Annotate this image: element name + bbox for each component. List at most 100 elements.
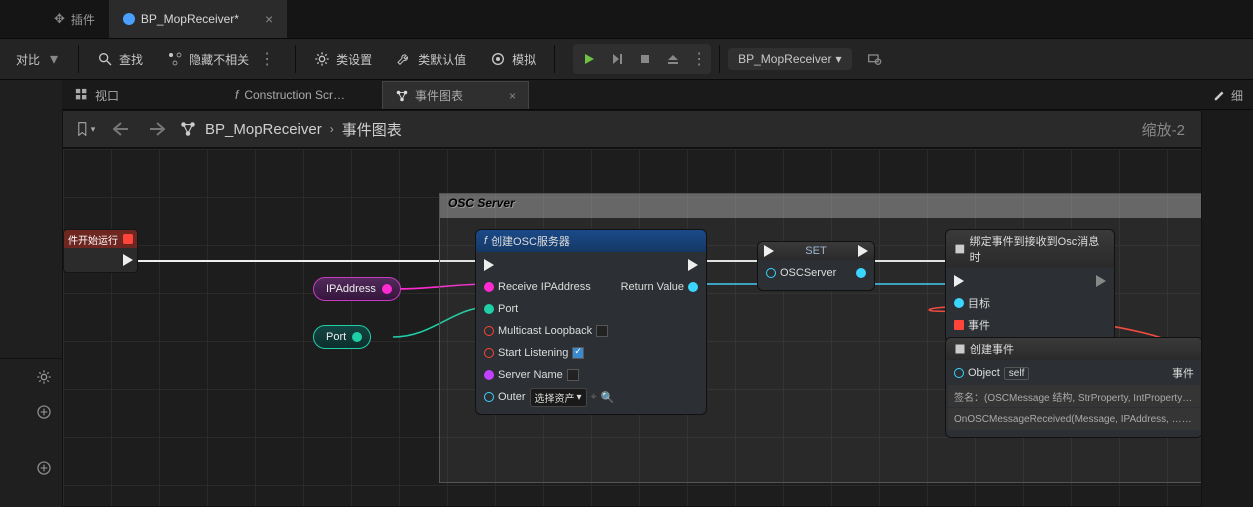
- self-reference[interactable]: self: [1004, 367, 1030, 380]
- details-panel-handle[interactable]: 细: [1203, 80, 1253, 110]
- browse-icon[interactable]: ⌖: [591, 391, 597, 404]
- nav-forward-button[interactable]: [143, 117, 171, 141]
- separator: [295, 45, 296, 73]
- crumb-current[interactable]: 事件图表: [342, 119, 402, 140]
- add-button[interactable]: [0, 394, 62, 430]
- pin-label: Return Value: [621, 281, 684, 293]
- asset-dropdown[interactable]: 选择资产 ▾: [530, 388, 587, 407]
- locate-button[interactable]: [856, 47, 892, 71]
- find-button[interactable]: 查找: [87, 47, 153, 72]
- tab-label: BP_MopReceiver*: [141, 12, 239, 26]
- class-settings-button[interactable]: 类设置: [304, 47, 382, 72]
- toolbar: 对比 ▾ 查找 隐藏不相关 ⋮ 类设置 类默认值 模拟 ⋮ BP_MopRece…: [0, 38, 1253, 80]
- pin-exec-out[interactable]: [688, 259, 698, 271]
- node-get-port[interactable]: Port: [313, 325, 371, 349]
- pencil-icon: [1213, 88, 1227, 102]
- toolbar-label: 隐藏不相关: [189, 51, 249, 68]
- pin-in[interactable]: [954, 368, 964, 378]
- textbox[interactable]: [567, 369, 579, 381]
- separator: [719, 45, 720, 73]
- pin-out[interactable]: [856, 268, 866, 278]
- node-header: 绑定事件到接收到Osc消息时: [946, 230, 1114, 268]
- step-button[interactable]: [603, 46, 631, 72]
- eject-button[interactable]: [659, 46, 687, 72]
- pin-in[interactable]: [484, 348, 494, 358]
- node-get-ipaddress[interactable]: IPAddress: [313, 277, 401, 301]
- blueprint-icon: [123, 13, 135, 25]
- pin-exec-in[interactable]: [954, 275, 964, 287]
- node-event-beginplay[interactable]: 件开始运行: [63, 229, 138, 273]
- node-create-event[interactable]: 创建事件 Object self 事件 签名：(OSCMessage 结构, S…: [945, 337, 1202, 438]
- pin-out[interactable]: [382, 284, 392, 294]
- add-button[interactable]: [0, 450, 62, 486]
- simulate-button[interactable]: 模拟: [480, 47, 546, 72]
- tab-label: 插件: [71, 11, 95, 28]
- chevron-down-icon[interactable]: ▾: [46, 49, 60, 69]
- node-body: Receive IPAddress Return Value Port Mult…: [476, 252, 706, 414]
- pin-in[interactable]: [484, 326, 494, 336]
- hide-icon: [167, 51, 183, 67]
- breakpoint-icon[interactable]: [123, 234, 133, 244]
- hide-unrelated-button[interactable]: 隐藏不相关 ⋮: [157, 45, 287, 73]
- class-defaults-button[interactable]: 类默认值: [386, 47, 476, 72]
- pin-exec-out[interactable]: [123, 254, 133, 266]
- pin-label: Port: [498, 303, 518, 315]
- pin-in[interactable]: [484, 282, 494, 292]
- search-icon[interactable]: 🔍: [601, 391, 615, 404]
- pin-exec-in[interactable]: [764, 245, 774, 257]
- checkbox[interactable]: [596, 325, 608, 337]
- pin-exec-out[interactable]: [1096, 275, 1106, 287]
- pin-exec-out[interactable]: [858, 245, 868, 257]
- function-dropdown[interactable]: OnOSCMessageReceived(Message, IPAddress,…: [954, 414, 1194, 425]
- pin-label: Server Name: [498, 369, 563, 381]
- handle-label: 细: [1231, 87, 1243, 104]
- diff-button[interactable]: 对比 ▾: [6, 45, 70, 73]
- toolbar-label: 类设置: [336, 51, 372, 68]
- chevron-right-icon: ›: [330, 122, 334, 136]
- pin-label: 事件: [1172, 365, 1194, 381]
- pin-in[interactable]: [484, 370, 494, 380]
- pin-exec-in[interactable]: [484, 259, 494, 271]
- graph-canvas[interactable]: 件开始运行 OSC Server IPAddress Port f 创建OSC服…: [62, 148, 1202, 507]
- pin-in[interactable]: [766, 268, 776, 278]
- play-button[interactable]: [575, 46, 603, 72]
- close-icon[interactable]: ×: [265, 11, 273, 27]
- search-icon: [97, 51, 113, 67]
- breadcrumb: ▾ BP_MopReceiver › 事件图表 缩放-2: [62, 110, 1202, 148]
- tab-blueprint[interactable]: BP_MopReceiver* ×: [109, 0, 287, 38]
- pin-in[interactable]: [954, 298, 964, 308]
- stop-button[interactable]: [631, 46, 659, 72]
- pin-in[interactable]: [954, 320, 964, 330]
- pin-in[interactable]: [484, 304, 494, 314]
- close-icon[interactable]: ×: [509, 89, 516, 103]
- var-label: Port: [326, 331, 346, 343]
- node-bind-event[interactable]: 绑定事件到接收到Osc消息时 目标 事件: [945, 229, 1115, 343]
- node-title: 创建OSC服务器: [491, 233, 570, 249]
- tab-plugins[interactable]: ✥ 插件: [40, 0, 109, 38]
- app-tab-bar: ✥ 插件 BP_MopReceiver* ×: [0, 0, 1253, 38]
- kebab-icon[interactable]: ⋮: [687, 49, 709, 69]
- comment-title[interactable]: OSC Server: [440, 194, 1202, 218]
- checkbox[interactable]: [572, 347, 584, 359]
- plus-circle-icon: [36, 404, 52, 420]
- node-create-osc-server[interactable]: f 创建OSC服务器 Receive IPAddress Return Valu…: [475, 229, 707, 415]
- kebab-icon[interactable]: ⋮: [255, 49, 277, 69]
- pin-label: 目标: [968, 295, 990, 311]
- settings-button[interactable]: [0, 358, 62, 394]
- tab-event-graph[interactable]: 事件图表 ×: [382, 81, 529, 109]
- node-header: f 创建OSC服务器: [476, 230, 706, 252]
- node-header: 创建事件: [946, 338, 1202, 360]
- crumb-parent[interactable]: BP_MopReceiver: [205, 121, 322, 138]
- bookmark-button[interactable]: ▾: [71, 117, 99, 141]
- pin-in[interactable]: [484, 392, 494, 402]
- zoom-level: 缩放-2: [1142, 119, 1185, 140]
- pin-label: OSCServer: [780, 267, 836, 279]
- debug-object-dropdown[interactable]: BP_MopReceiver ▾: [728, 48, 851, 70]
- pin-out[interactable]: [352, 332, 362, 342]
- pin-out[interactable]: [688, 282, 698, 292]
- tab-construction-script[interactable]: f Construction Scr…: [222, 81, 358, 109]
- pin-label: Multicast Loopback: [498, 325, 592, 337]
- nav-back-button[interactable]: [107, 117, 135, 141]
- node-set-oscserver[interactable]: SET OSCServer: [757, 241, 875, 291]
- tab-viewport[interactable]: 视口: [62, 81, 132, 109]
